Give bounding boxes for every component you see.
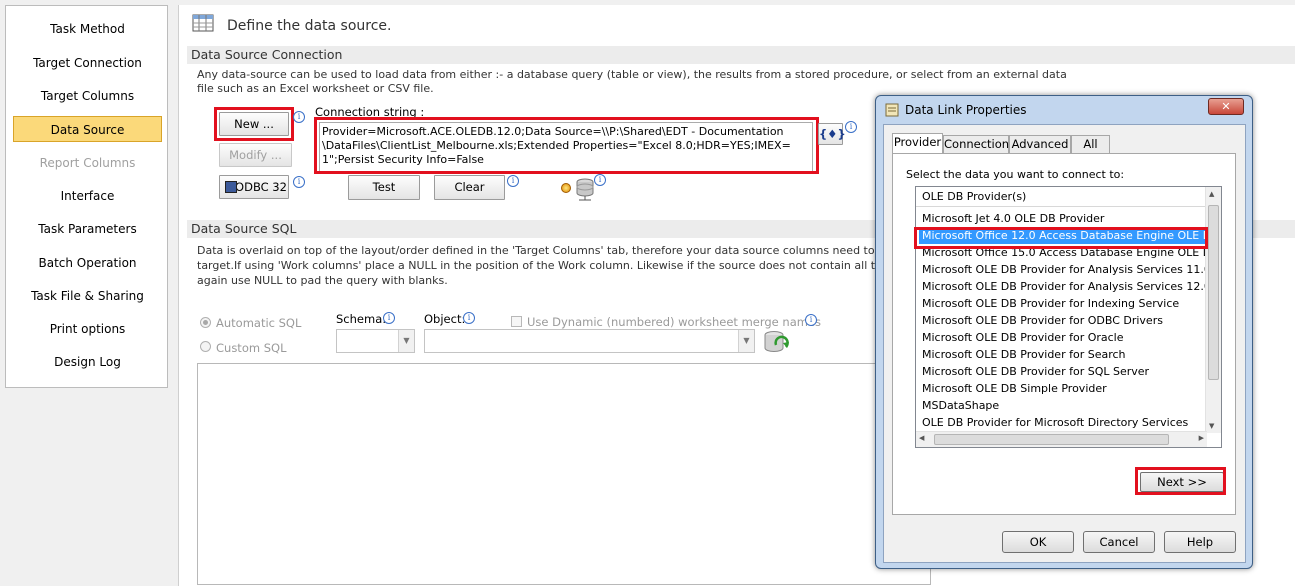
odbc32-label: ODBC 32 bbox=[235, 180, 287, 194]
odbc32-button[interactable]: ODBC 32 bbox=[219, 175, 289, 199]
provider-item[interactable]: Microsoft OLE DB Provider for SQL Server bbox=[922, 363, 1149, 380]
provider-item[interactable]: Microsoft OLE DB Simple Provider bbox=[922, 380, 1107, 397]
vertical-scrollbar[interactable]: ▲ ▼ bbox=[1205, 187, 1221, 433]
info-icon[interactable]: i bbox=[293, 176, 305, 188]
tab-all[interactable]: All bbox=[1071, 135, 1110, 154]
dialog-title: Data Link Properties bbox=[905, 103, 1027, 117]
info-icon[interactable]: i bbox=[507, 175, 519, 187]
info-icon[interactable]: i bbox=[594, 174, 606, 186]
provider-list-header: OLE DB Provider(s) bbox=[916, 187, 1207, 207]
nav-item-design-log[interactable]: Design Log bbox=[13, 349, 162, 375]
connection-description-line1: Any data-source can be used to load data… bbox=[197, 68, 1067, 81]
provider-item[interactable]: OLE DB Provider for Microsoft Directory … bbox=[922, 414, 1188, 431]
dynamic-names-checkbox bbox=[511, 316, 522, 327]
chevron-down-icon: ▼ bbox=[398, 330, 414, 352]
object-label: Object: bbox=[424, 312, 466, 326]
provider-item[interactable]: Microsoft Jet 4.0 OLE DB Provider bbox=[922, 210, 1104, 227]
info-icon[interactable]: i bbox=[383, 312, 395, 324]
nav-item-report-columns: Report Columns bbox=[39, 156, 136, 170]
connection-description-line2: file such as an Excel worksheet or CSV f… bbox=[197, 82, 434, 95]
dynamic-names-label: Use Dynamic (numbered) worksheet merge n… bbox=[527, 315, 822, 329]
chevron-down-icon: ▼ bbox=[738, 330, 754, 352]
scroll-right-icon[interactable]: ▶ bbox=[1199, 434, 1204, 442]
info-icon[interactable]: i bbox=[463, 312, 475, 324]
provider-item[interactable]: Microsoft OLE DB Provider for Analysis S… bbox=[922, 278, 1211, 295]
nav-item-task-parameters[interactable]: Task Parameters bbox=[13, 216, 162, 242]
parameter-insert-button[interactable]: {♦} bbox=[818, 123, 846, 145]
provider-item[interactable]: Microsoft OLE DB Provider for Oracle bbox=[922, 329, 1124, 346]
task-nav-panel: Task Method Target Connection Target Col… bbox=[5, 5, 168, 388]
tab-provider[interactable]: Provider bbox=[892, 133, 943, 154]
nav-item-print-options[interactable]: Print options bbox=[13, 316, 162, 342]
provider-list[interactable]: OLE DB Provider(s) Microsoft Jet 4.0 OLE… bbox=[915, 186, 1222, 448]
ok-button[interactable]: OK bbox=[1002, 531, 1074, 553]
data-link-icon bbox=[885, 103, 899, 117]
selected-provider-highlight bbox=[914, 227, 1208, 249]
dialog-body: Provider Connection Advanced All Select … bbox=[883, 124, 1246, 563]
automatic-sql-radio bbox=[200, 317, 211, 328]
status-light-icon bbox=[561, 183, 571, 193]
connection-string-highlight bbox=[314, 117, 819, 174]
page-title: Define the data source. bbox=[227, 18, 392, 34]
provider-item[interactable]: Microsoft OLE DB Provider for Indexing S… bbox=[922, 295, 1179, 312]
nav-item-interface[interactable]: Interface bbox=[13, 183, 162, 209]
schema-label: Schema: bbox=[336, 312, 387, 326]
info-icon[interactable]: i bbox=[845, 121, 857, 133]
scroll-down-icon[interactable]: ▼ bbox=[1209, 422, 1214, 430]
connection-section-header: Data Source Connection bbox=[187, 46, 1295, 64]
provider-item[interactable]: Microsoft OLE DB Provider for ODBC Drive… bbox=[922, 312, 1163, 329]
nav-item-target-connection[interactable]: Target Connection bbox=[13, 50, 162, 76]
nav-item-task-file-sharing[interactable]: Task File & Sharing bbox=[13, 283, 162, 309]
data-grid-icon bbox=[192, 13, 214, 33]
horizontal-scrollbar[interactable]: ◀ ▶ bbox=[916, 431, 1207, 447]
sql-editor[interactable] bbox=[197, 363, 931, 585]
database-icon bbox=[576, 177, 594, 201]
nav-item-target-columns[interactable]: Target Columns bbox=[13, 83, 162, 109]
info-icon[interactable]: i bbox=[293, 111, 305, 123]
nav-item-task-method[interactable]: Task Method bbox=[13, 16, 162, 42]
custom-sql-radio bbox=[200, 341, 211, 352]
new-button-highlight bbox=[214, 107, 294, 141]
provider-item[interactable]: MSDataShape bbox=[922, 397, 999, 414]
tab-connection[interactable]: Connection bbox=[943, 135, 1009, 154]
refresh-database-icon[interactable] bbox=[762, 329, 790, 355]
provider-item[interactable]: Microsoft OLE DB Provider for Analysis S… bbox=[922, 261, 1211, 278]
clear-connection-button[interactable]: Clear bbox=[434, 175, 505, 200]
cancel-button[interactable]: Cancel bbox=[1083, 531, 1155, 553]
info-icon[interactable]: i bbox=[805, 314, 817, 326]
horizontal-scroll-thumb[interactable] bbox=[934, 434, 1169, 445]
modify-connection-button: Modify ... bbox=[219, 143, 292, 167]
automatic-sql-label: Automatic SQL bbox=[216, 316, 302, 330]
close-icon: ✕ bbox=[1221, 100, 1231, 113]
schema-dropdown[interactable]: ▼ bbox=[336, 329, 415, 353]
provider-item[interactable]: Microsoft OLE DB Provider for Search bbox=[922, 346, 1126, 363]
help-button[interactable]: Help bbox=[1164, 531, 1236, 553]
tab-advanced[interactable]: Advanced bbox=[1009, 135, 1071, 154]
data-link-properties-dialog: Data Link Properties ✕ Provider Connecti… bbox=[875, 95, 1253, 569]
sql-description-line2: target.If using 'Work columns' place a N… bbox=[197, 259, 883, 272]
provider-tab-panel: Select the data you want to connect to: … bbox=[892, 153, 1236, 515]
test-connection-button[interactable]: Test bbox=[348, 175, 420, 200]
custom-sql-label: Custom SQL bbox=[216, 341, 287, 355]
object-dropdown[interactable]: ▼ bbox=[424, 329, 755, 353]
provider-prompt: Select the data you want to connect to: bbox=[906, 168, 1125, 181]
sql-description-line1: Data is overlaid on top of the layout/or… bbox=[197, 244, 886, 257]
nav-item-data-source[interactable]: Data Source bbox=[13, 116, 162, 142]
nav-item-batch-operation[interactable]: Batch Operation bbox=[13, 250, 162, 276]
sql-description-line3: again use NULL to pad the query with bla… bbox=[197, 274, 448, 287]
scroll-left-icon[interactable]: ◀ bbox=[919, 434, 924, 442]
vertical-scroll-thumb[interactable] bbox=[1208, 205, 1219, 380]
close-button[interactable]: ✕ bbox=[1208, 98, 1244, 115]
next-button-highlight bbox=[1135, 467, 1226, 495]
scroll-up-icon[interactable]: ▲ bbox=[1209, 190, 1214, 198]
odbc-icon bbox=[225, 181, 237, 193]
